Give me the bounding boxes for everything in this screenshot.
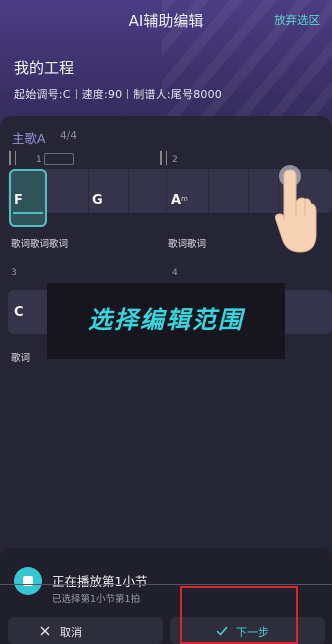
close-icon xyxy=(40,626,50,636)
bar-number: 2 xyxy=(172,155,178,165)
selection-status: 已选择第1小节第1拍 xyxy=(52,594,141,605)
lyric-text: 歌词 xyxy=(11,353,31,364)
bar-number: 3 xyxy=(11,268,17,278)
section-count: 4/4 xyxy=(60,130,77,142)
chord-suffix: m xyxy=(181,195,188,203)
bar-number: 4 xyxy=(172,268,178,278)
bar-marker-end xyxy=(160,151,167,165)
lyric-text: 歌词歌词 xyxy=(168,239,207,250)
project-name: 我的工程 xyxy=(14,59,75,77)
highlight-box xyxy=(180,586,298,644)
tempo-info: 速度:90 xyxy=(81,88,123,101)
abandon-selection-button[interactable]: 放弃选区 xyxy=(274,12,320,28)
tutorial-caption: 选择编辑范围 xyxy=(88,306,244,334)
repeat-marker xyxy=(9,151,16,165)
chord-label: A xyxy=(171,193,182,208)
section-name: 主歌A xyxy=(12,131,46,146)
bar-toolbar xyxy=(44,153,74,165)
chord-label: G xyxy=(92,193,103,208)
playhead-line xyxy=(13,212,43,214)
beat-cell[interactable] xyxy=(48,169,89,213)
stop-button[interactable] xyxy=(14,567,42,595)
project-meta: 起始调号:C 速度:90 制谱人:尾号8000 xyxy=(14,86,222,102)
beat-cell[interactable] xyxy=(128,169,167,213)
hand-pointer-icon xyxy=(275,165,317,253)
beat-cell[interactable] xyxy=(208,169,249,213)
author-info: 制谱人:尾号8000 xyxy=(133,88,222,101)
chord-label: F xyxy=(14,193,23,208)
playing-status: 正在播放第1小节 xyxy=(52,574,148,589)
cancel-label: 取消 xyxy=(60,626,82,639)
progress-line xyxy=(0,584,332,585)
key-info: 起始调号:C xyxy=(14,88,71,101)
cancel-button[interactable]: 取消 xyxy=(8,617,163,644)
lyric-text: 歌词歌词歌词 xyxy=(11,239,69,250)
bar-number: 1 xyxy=(36,155,42,165)
chord-label: C xyxy=(14,305,24,320)
